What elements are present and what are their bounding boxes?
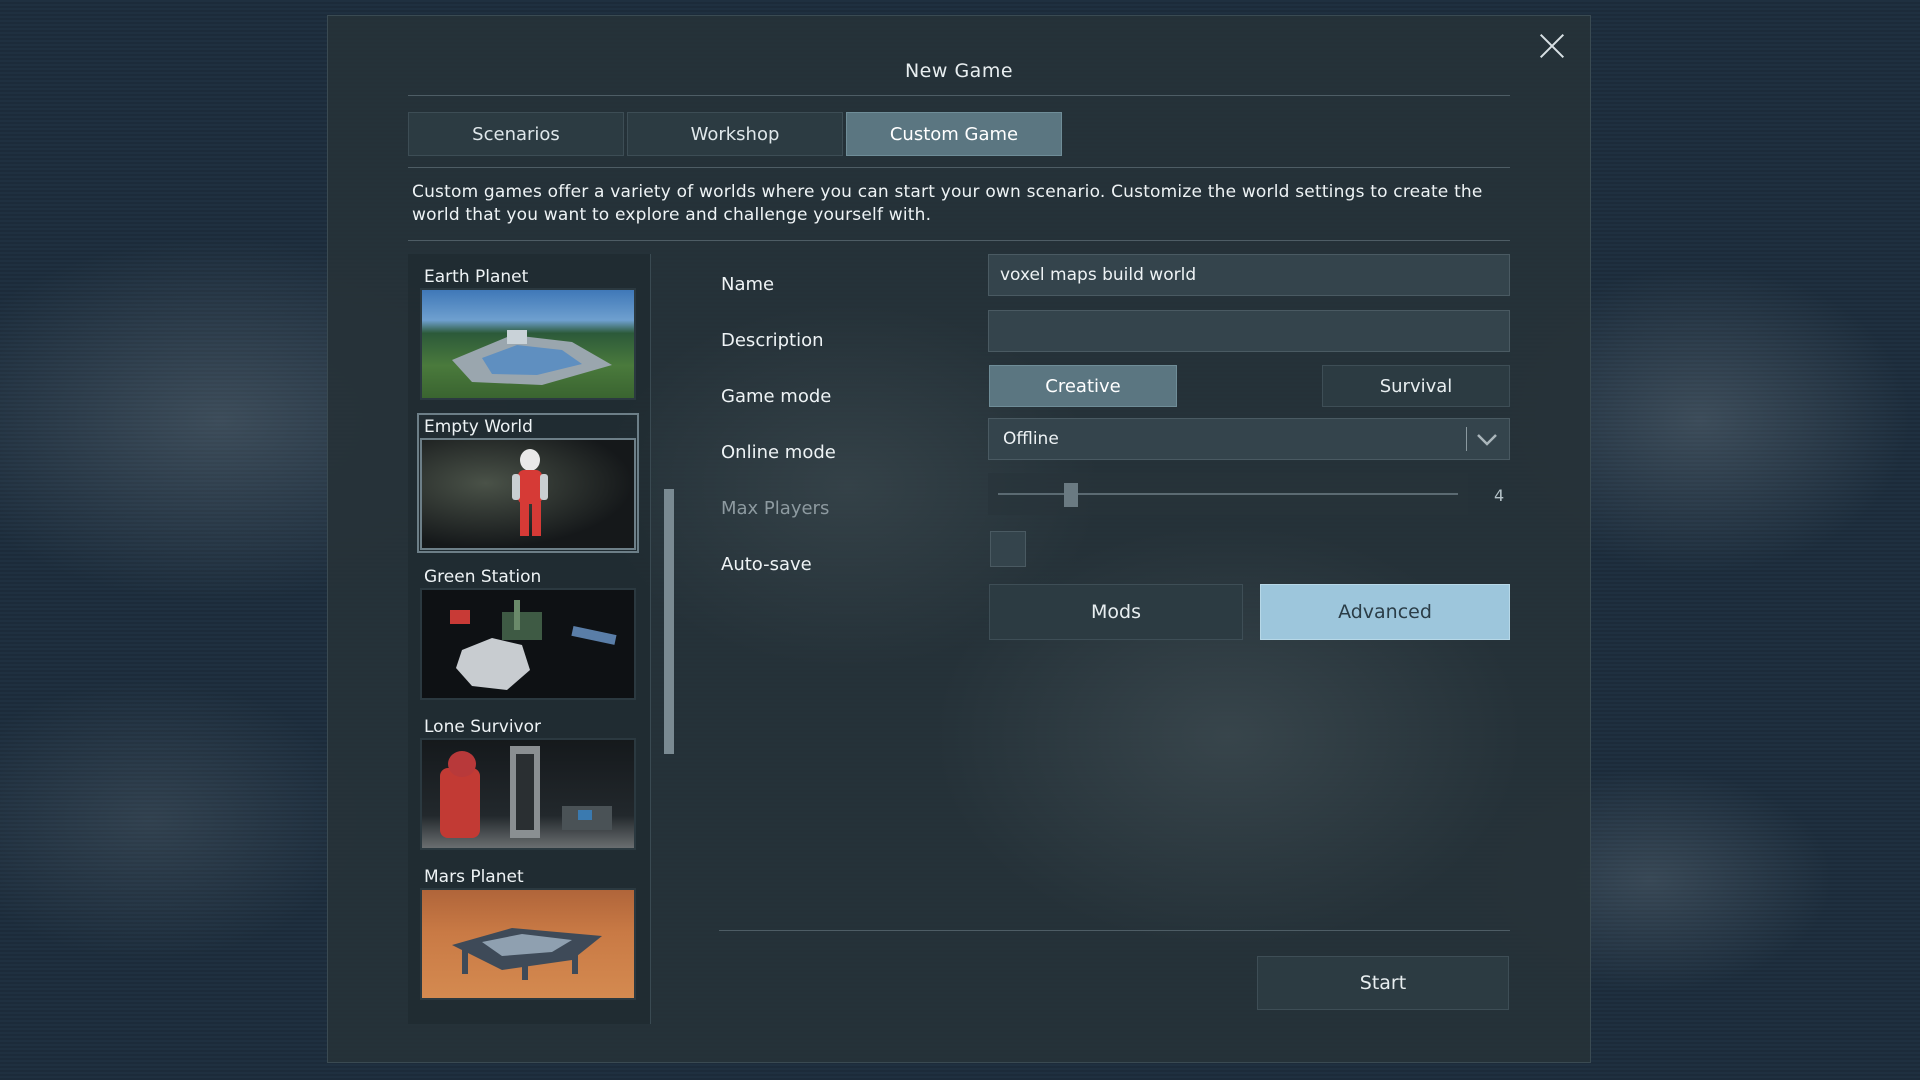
world-thumbnail [420,288,636,400]
world-item-green-station[interactable]: Green Station [420,566,636,700]
max-players-label: Max Players [721,498,830,519]
description-input[interactable] [988,310,1510,352]
mods-button[interactable]: Mods [989,584,1243,640]
online-mode-label: Online mode [721,442,836,463]
world-label: Green Station [424,567,542,587]
world-thumbnail [420,888,636,1000]
max-players-slider-handle[interactable] [1064,483,1078,507]
autosave-checkbox[interactable] [990,531,1026,567]
chevron-down-icon [1477,434,1497,446]
world-label: Earth Planet [424,267,529,287]
game-mode-label: Game mode [721,386,832,407]
tab-workshop[interactable]: Workshop [627,112,843,156]
name-label: Name [721,274,775,295]
new-game-dialog: New Game Scenarios Workshop Custom Game … [327,15,1591,1063]
world-thumbnail [420,438,636,550]
advanced-button[interactable]: Advanced [1260,584,1510,640]
online-mode-dropdown[interactable]: Offline [988,418,1510,460]
divider [408,95,1510,96]
world-label: Lone Survivor [424,717,541,737]
tab-scenarios[interactable]: Scenarios [408,112,624,156]
scrollbar-thumb[interactable] [664,489,674,754]
divider [408,167,1510,168]
close-icon[interactable] [1538,32,1566,60]
description-text: Custom games offer a variety of worlds w… [412,182,1483,225]
autosave-label: Auto-save [721,554,812,575]
world-label: Empty World [424,417,533,437]
world-item-earth-planet[interactable]: Earth Planet [420,266,636,400]
max-players-value: 4 [1494,486,1505,505]
name-input[interactable]: voxel maps build world [988,254,1510,296]
description-label: Description [721,330,824,351]
dropdown-separator [1466,427,1467,451]
world-item-lone-survivor[interactable]: Lone Survivor [420,716,636,850]
divider [719,930,1510,931]
start-button[interactable]: Start [1257,956,1509,1010]
tab-custom-game[interactable]: Custom Game [846,112,1062,156]
dialog-title: New Game [904,60,1014,82]
world-label: Mars Planet [424,867,524,887]
world-list: Earth Planet Empty World Green Station L… [408,254,651,1024]
online-mode-value: Offline [1003,429,1059,449]
world-thumbnail [420,588,636,700]
world-thumbnail [420,738,636,850]
divider [408,240,1510,241]
survival-button[interactable]: Survival [1322,365,1510,407]
world-item-mars-planet[interactable]: Mars Planet [420,866,636,1000]
creative-button[interactable]: Creative [989,365,1177,407]
world-item-empty-world[interactable]: Empty World [417,413,639,553]
